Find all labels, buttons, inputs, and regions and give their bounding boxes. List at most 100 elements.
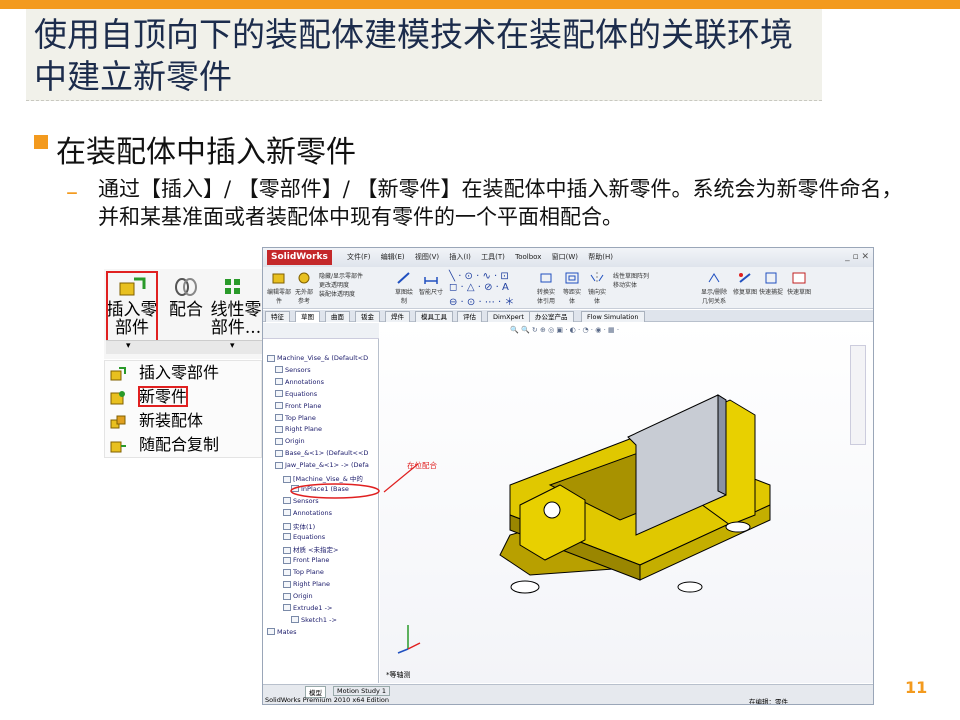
ribbon-repair-sketch[interactable]: 修复草图 (733, 271, 757, 305)
menu-edit[interactable]: 编辑(E) (381, 253, 405, 261)
dropdown-strip[interactable]: ▾ ▾ (106, 340, 262, 354)
tree-node-label: 材质 <未指定> (293, 546, 339, 555)
tree-node-icon (283, 604, 291, 612)
tree-node[interactable]: Equations (275, 390, 317, 398)
tree-node[interactable]: Mates (267, 628, 297, 636)
tree-node[interactable]: Origin (275, 437, 305, 445)
ribbon-no-external-refs[interactable]: 无外部参考 (293, 271, 315, 305)
menu-insert[interactable]: 插入(I) (449, 253, 471, 261)
tree-node-label: Annotations (293, 508, 333, 517)
tab-sheet-metal[interactable]: 钣金 (355, 311, 380, 322)
tab-sketch[interactable]: 草图 (295, 311, 320, 322)
graphics-area[interactable]: 🔍 🔍 ↻ ⊕ ◎ ▣ · ◐ · ◔ · ◉ · ▦ · 在位配合 *等轴测 (380, 323, 873, 683)
title-bar: SolidWorks 文件(F) 编辑(E) 视图(V) 插入(I) 工具(T)… (263, 248, 873, 267)
tab-office-products[interactable]: 办公室产品 (529, 311, 574, 322)
heads-up-view-toolbar[interactable]: 🔍 🔍 ↻ ⊕ ◎ ▣ · ◐ · ◔ · ◉ · ▦ · (510, 326, 710, 338)
tree-node-label: Annotations (285, 377, 325, 386)
edition-text: SolidWorks Premium 2010 x64 Edition (265, 696, 390, 704)
insert-component-highlight (106, 271, 158, 351)
ribbon-label: 装配体透明度 (319, 291, 356, 298)
tree-node[interactable]: 实体(1) (283, 521, 315, 531)
tree-node[interactable]: Right Plane (283, 580, 330, 588)
mate-label: 配合 (169, 300, 203, 320)
ribbon-convert-entities[interactable]: 转换实体引用 (535, 271, 557, 305)
tree-node[interactable]: Right Plane (275, 425, 322, 433)
tab-dimxpert[interactable]: DimXpert (487, 311, 530, 322)
linear-pattern-button[interactable]: 线性零 部件... (210, 269, 262, 351)
menu-bar: 文件(F) 编辑(E) 视图(V) 插入(I) 工具(T) Toolbox 窗口… (347, 248, 621, 267)
vise-model[interactable] (490, 365, 780, 610)
tree-node-icon (275, 414, 283, 421)
task-pane-tabs[interactable] (850, 345, 866, 445)
tab-surfaces[interactable]: 曲面 (325, 311, 350, 322)
relations-icon (708, 273, 720, 283)
menu-toolbox[interactable]: Toolbox (515, 253, 541, 261)
mirror-entities-icon (590, 272, 604, 284)
ribbon-label: 草图绘制 (394, 289, 413, 305)
tree-node-label: Equations (293, 532, 326, 541)
insert-component-menu: 插入零部件 新零件 新装配体 随配合复制 (104, 360, 262, 458)
ribbon-sketch[interactable]: 草图绘制 (393, 271, 415, 305)
tree-node[interactable]: Jaw_Plate_&<1> -> (Defa (275, 461, 369, 469)
tree-node[interactable]: Sensors (275, 366, 311, 374)
ribbon-label: 编辑零部件 (267, 289, 292, 305)
mate-icon (175, 278, 197, 296)
tree-node[interactable]: Origin (283, 592, 313, 600)
ribbon-quick-snaps[interactable]: 快速捕捉 (759, 271, 783, 305)
tree-node-icon (275, 437, 283, 445)
tree-node-icon (267, 628, 275, 636)
menu-item-copy-with-mates[interactable]: 随配合复制 (109, 434, 219, 456)
ribbon-pattern-move[interactable]: 线性草图阵列 移动实体 (613, 271, 697, 305)
ribbon-smart-dimension[interactable]: 智能尺寸 (419, 271, 443, 305)
menu-item-new-part[interactable]: 新零件 (109, 386, 189, 408)
menu-file[interactable]: 文件(F) (347, 253, 371, 261)
ribbon-rapid-sketch[interactable]: 快速草图 (787, 271, 811, 305)
tab-features[interactable]: 特征 (265, 311, 290, 322)
menu-help[interactable]: 帮助(H) (588, 253, 613, 261)
rapid-sketch-icon (792, 272, 806, 284)
tree-node[interactable]: Front Plane (283, 556, 329, 564)
tree-node-icon (283, 580, 291, 588)
ribbon-label: 转换实体引用 (536, 289, 555, 305)
ribbon-edit-component[interactable]: 编辑零部件 (267, 271, 291, 305)
tab-motion-study[interactable]: Motion Study 1 (333, 686, 391, 696)
ribbon-sketch-tools[interactable]: ╲ · ⊙ · ∿ · ⊡ ◻ · △ · ⊘ · A ⊖ · ⊙ · ⋯ · ＊ (449, 271, 545, 308)
ribbon-offset-entities[interactable]: 等距实体 (561, 271, 583, 305)
tree-node[interactable]: Front Plane (275, 402, 321, 410)
tree-node[interactable]: Top Plane (283, 568, 324, 576)
menu-item-insert-component[interactable]: 插入零部件 (109, 362, 219, 384)
tab-mold-tools[interactable]: 模具工具 (415, 311, 453, 322)
section-heading: 在装配体中插入新零件 (56, 135, 356, 170)
mate-button[interactable]: 配合 (160, 269, 212, 351)
linear-pattern-label: 线性零 部件... (210, 300, 262, 338)
tree-toolbar[interactable] (263, 323, 379, 339)
tree-node[interactable]: Top Plane (275, 414, 316, 422)
window-controls[interactable]: _ ▫ ✕ (845, 248, 869, 267)
tree-node-label: 实体(1) (293, 522, 316, 531)
menu-tools[interactable]: 工具(T) (481, 253, 505, 261)
tree-node-label: Right Plane (285, 425, 323, 434)
chevron-down-icon[interactable]: ▾ (230, 341, 235, 351)
tree-node[interactable]: Extrude1 -> (283, 604, 332, 612)
tab-weldments[interactable]: 焊件 (385, 311, 410, 322)
menu-item-new-assembly[interactable]: 新装配体 (109, 410, 203, 432)
ribbon-label: 快速捕捉 (759, 289, 784, 296)
tree-node-icon (267, 354, 275, 362)
tree-node[interactable]: Annotations (275, 378, 324, 386)
ribbon-label: 修复草图 (733, 289, 758, 296)
tree-node[interactable]: 材质 <未指定> (283, 544, 338, 554)
tab-evaluate[interactable]: 评估 (457, 311, 482, 322)
ribbon-mirror-entities[interactable]: 镜向实体 (587, 271, 607, 305)
ribbon-relations[interactable]: 显示/删除几何关系 (699, 271, 729, 305)
menu-window[interactable]: 窗口(W) (552, 253, 578, 261)
menu-view[interactable]: 视图(V) (415, 253, 439, 261)
tab-flow-simulation[interactable]: Flow Simulation (581, 311, 645, 322)
tree-node-label: Sensors (285, 365, 311, 374)
ribbon-show-hide[interactable]: 隐藏/显示零部件 更改透明度 装配体透明度 (319, 271, 379, 305)
tree-node[interactable]: Machine_Vise_& (Default<D (267, 354, 368, 362)
tree-node[interactable]: Equations (283, 533, 325, 541)
tree-node[interactable]: Annotations (283, 509, 332, 517)
tree-node[interactable]: Base_&<1> (Default<<D (275, 449, 368, 457)
tree-node[interactable]: Sketch1 -> (291, 616, 337, 624)
chevron-down-icon[interactable]: ▾ (126, 341, 131, 351)
